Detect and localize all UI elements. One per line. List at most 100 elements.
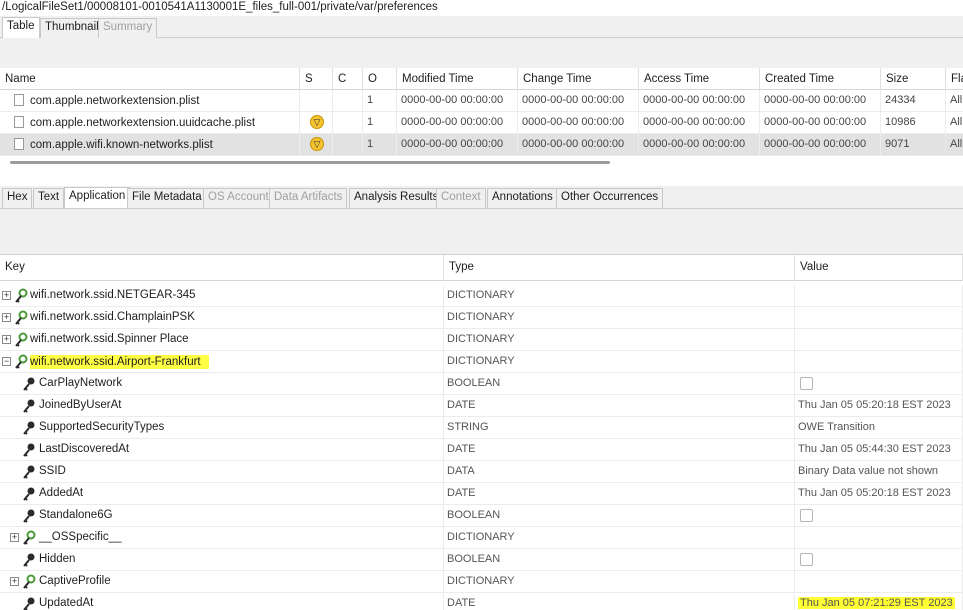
expand-icon[interactable]: + xyxy=(10,533,19,542)
plist-type-cell: DATE xyxy=(444,593,795,610)
plist-key-label: UpdatedAt xyxy=(39,597,94,609)
expand-icon[interactable]: + xyxy=(10,577,19,586)
file-icon xyxy=(14,116,24,128)
file-cell-s: ▽ xyxy=(300,134,333,156)
dictionary-key-icon xyxy=(14,354,28,370)
column-access-time[interactable]: Access Time xyxy=(639,68,760,90)
value-checkbox[interactable] xyxy=(800,509,813,522)
viewer-tab-strip: Hex Text Application File Metadata OS Accoun… xyxy=(0,186,963,209)
plist-type-cell: BOOLEAN xyxy=(444,373,795,395)
tab-annotations[interactable]: Annotations xyxy=(487,188,558,208)
tab-file-metadata[interactable]: File Metadata xyxy=(127,188,207,208)
warning-icon: ▽ xyxy=(310,115,324,129)
expand-icon[interactable]: + xyxy=(2,313,11,322)
file-row[interactable]: com.apple.networkextension.plist 1 0000-00… xyxy=(0,90,963,112)
dictionary-key-icon xyxy=(22,574,36,590)
plist-row[interactable]: UpdatedAt DATE Thu Jan 05 07:21:29 EST 202… xyxy=(0,593,963,610)
column-o[interactable]: O xyxy=(363,68,397,90)
column-c[interactable]: C xyxy=(333,68,363,90)
plist-row[interactable]: Hidden BOOLEAN xyxy=(0,549,963,571)
column-name[interactable]: Name xyxy=(0,68,300,90)
column-s[interactable]: S xyxy=(300,68,333,90)
column-change-time[interactable]: Change Time xyxy=(518,68,639,90)
plist-key-cell: + wifi.network.ssid.ChamplainPSK xyxy=(0,307,444,329)
plist-value-cell xyxy=(795,285,963,307)
plist-value-cell: Thu Jan 05 05:20:18 EST 2023 xyxy=(795,483,963,505)
tab-summary: Summary xyxy=(98,18,158,38)
file-cell-access: 0000-00-00 00:00:00 xyxy=(639,134,760,156)
plist-row[interactable]: Standalone6G BOOLEAN xyxy=(0,505,963,527)
tab-table[interactable]: Table xyxy=(2,17,40,38)
file-cell-flag: All xyxy=(946,90,963,112)
file-cell-c xyxy=(333,112,363,134)
tab-thumbnail[interactable]: Thumbnail xyxy=(40,18,104,38)
tab-text[interactable]: Text xyxy=(33,188,65,208)
tab-hex[interactable]: Hex xyxy=(2,188,33,208)
plist-key-cell: UpdatedAt xyxy=(0,593,444,610)
key-icon xyxy=(22,486,36,502)
plist-key-cell: SSID xyxy=(0,461,444,483)
key-icon xyxy=(22,464,36,480)
column-size[interactable]: Size xyxy=(881,68,946,90)
plist-value-text: Thu Jan 05 05:20:18 EST 2023 xyxy=(798,399,951,411)
plist-row[interactable]: LastDiscoveredAt DATE Thu Jan 05 05:44:30 … xyxy=(0,439,963,461)
plist-row[interactable]: + wifi.network.ssid.ChamplainPSK DICTIONAR… xyxy=(0,307,963,329)
dictionary-key-icon xyxy=(14,332,28,348)
file-cell-modified: 0000-00-00 00:00:00 xyxy=(397,112,518,134)
file-row[interactable]: com.apple.networkextension.uuidcache.pli… xyxy=(0,112,963,134)
expand-icon[interactable]: + xyxy=(2,291,11,300)
plist-key-label: wifi.network.ssid.Spinner Place xyxy=(30,333,189,345)
file-cell-name: com.apple.networkextension.uuidcache.pli… xyxy=(0,112,300,134)
collapse-icon[interactable]: − xyxy=(2,357,11,366)
value-checkbox[interactable] xyxy=(800,553,813,566)
column-flags[interactable]: Fla xyxy=(946,68,963,90)
tab-other-occurrences[interactable]: Other Occurrences xyxy=(556,188,664,208)
plist-row[interactable]: − wifi.network.ssid.Airport-Frankfurt DICT… xyxy=(0,351,963,373)
key-icon xyxy=(22,398,36,414)
key-icon xyxy=(22,420,36,436)
key-icon xyxy=(22,596,36,610)
plist-row[interactable]: + __OSSpecific__ DICTIONARY xyxy=(0,527,963,549)
plist-type-cell: DATE xyxy=(444,395,795,417)
plist-row[interactable]: CarPlayNetwork BOOLEAN xyxy=(0,373,963,395)
plist-type-cell: DICTIONARY xyxy=(444,351,795,373)
plist-key-label: wifi.network.ssid.Airport-Frankfurt xyxy=(30,355,209,369)
plist-type-cell: DICTIONARY xyxy=(444,527,795,549)
expand-icon[interactable]: + xyxy=(2,335,11,344)
plist-key-label: CarPlayNetwork xyxy=(39,377,123,389)
plist-value-cell xyxy=(795,571,963,593)
plist-row[interactable]: + wifi.network.ssid.NETGEAR-345 DICTIONARY xyxy=(0,285,963,307)
column-key[interactable]: Key xyxy=(0,255,444,281)
top-tab-strip: Table Thumbnail Summary xyxy=(0,16,963,38)
file-row[interactable]: com.apple.wifi.known-networks.plist ▽ 1 000… xyxy=(0,134,963,156)
plist-row[interactable]: JoinedByUserAt DATE Thu Jan 05 05:20:18 ES… xyxy=(0,395,963,417)
value-checkbox[interactable] xyxy=(800,377,813,390)
column-type[interactable]: Type xyxy=(444,255,795,281)
key-icon xyxy=(22,552,36,568)
plist-row[interactable]: SSID DATA Binary Data value not shown xyxy=(0,461,963,483)
plist-value-text: Binary Data value not shown xyxy=(798,465,939,477)
column-created-time[interactable]: Created Time xyxy=(760,68,881,90)
plist-value-cell: Thu Jan 05 07:21:29 EST 2023 xyxy=(795,593,963,610)
plist-row[interactable]: + wifi.network.ssid.Spinner Place DICTIONA… xyxy=(0,329,963,351)
plist-key-label: wifi.network.ssid.ChamplainPSK xyxy=(30,311,195,323)
plist-row[interactable]: + CaptiveProfile DICTIONARY xyxy=(0,571,963,593)
key-icon xyxy=(22,442,36,458)
dictionary-key-icon xyxy=(14,288,28,304)
plist-key-label: Hidden xyxy=(39,553,76,565)
plist-row[interactable]: AddedAt DATE Thu Jan 05 05:20:18 EST 2023 xyxy=(0,483,963,505)
file-cell-access: 0000-00-00 00:00:00 xyxy=(639,90,760,112)
plist-value-cell: Thu Jan 05 05:44:30 EST 2023 xyxy=(795,439,963,461)
tab-analysis-results[interactable]: Analysis Results xyxy=(349,188,444,208)
horizontal-scrollbar[interactable] xyxy=(10,161,610,164)
column-modified-time[interactable]: Modified Time xyxy=(397,68,518,90)
plist-type-cell: BOOLEAN xyxy=(444,505,795,527)
plist-value-cell: Thu Jan 05 05:20:18 EST 2023 xyxy=(795,395,963,417)
column-value[interactable]: Value xyxy=(795,255,963,281)
plist-row[interactable]: SupportedSecurityTypes STRING OWE Transiti… xyxy=(0,417,963,439)
plist-value-text: Thu Jan 05 05:44:30 EST 2023 xyxy=(798,443,951,455)
plist-value-cell xyxy=(795,307,963,329)
file-cell-size: 24334 xyxy=(881,90,946,112)
tab-application[interactable]: Application xyxy=(64,187,131,208)
plist-key-cell: SupportedSecurityTypes xyxy=(0,417,444,439)
